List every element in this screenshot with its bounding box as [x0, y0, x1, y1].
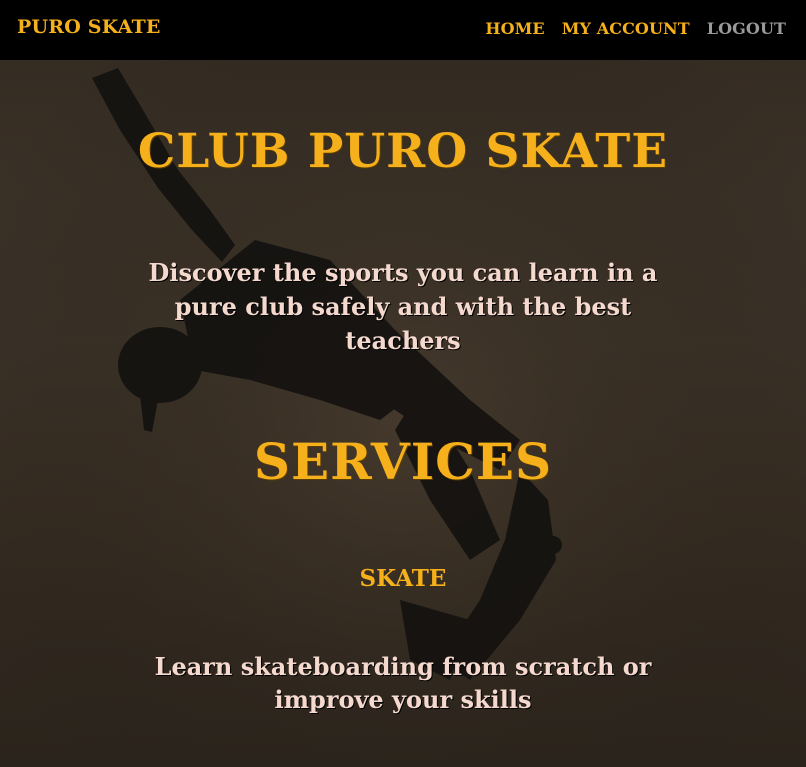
- brand-logo-link[interactable]: PURO SKATE: [17, 16, 161, 38]
- nav-link-logout[interactable]: LOGOUT: [707, 19, 786, 38]
- top-navbar: PURO SKATE HOME MY ACCOUNT LOGOUT: [0, 0, 806, 60]
- nav-link-home[interactable]: HOME: [485, 19, 544, 38]
- services-title: SERVICES: [253, 432, 553, 491]
- hero-title: CLUB PURO SKATE: [137, 124, 669, 179]
- nav-links: HOME MY ACCOUNT LOGOUT: [485, 19, 786, 38]
- hero-description: Discover the sports you can learn in a p…: [148, 258, 658, 355]
- service-description-skate: Learn skateboarding from scratch or impr…: [154, 652, 652, 714]
- nav-link-my-account[interactable]: MY ACCOUNT: [562, 19, 690, 38]
- service-title-skate: SKATE: [359, 565, 447, 592]
